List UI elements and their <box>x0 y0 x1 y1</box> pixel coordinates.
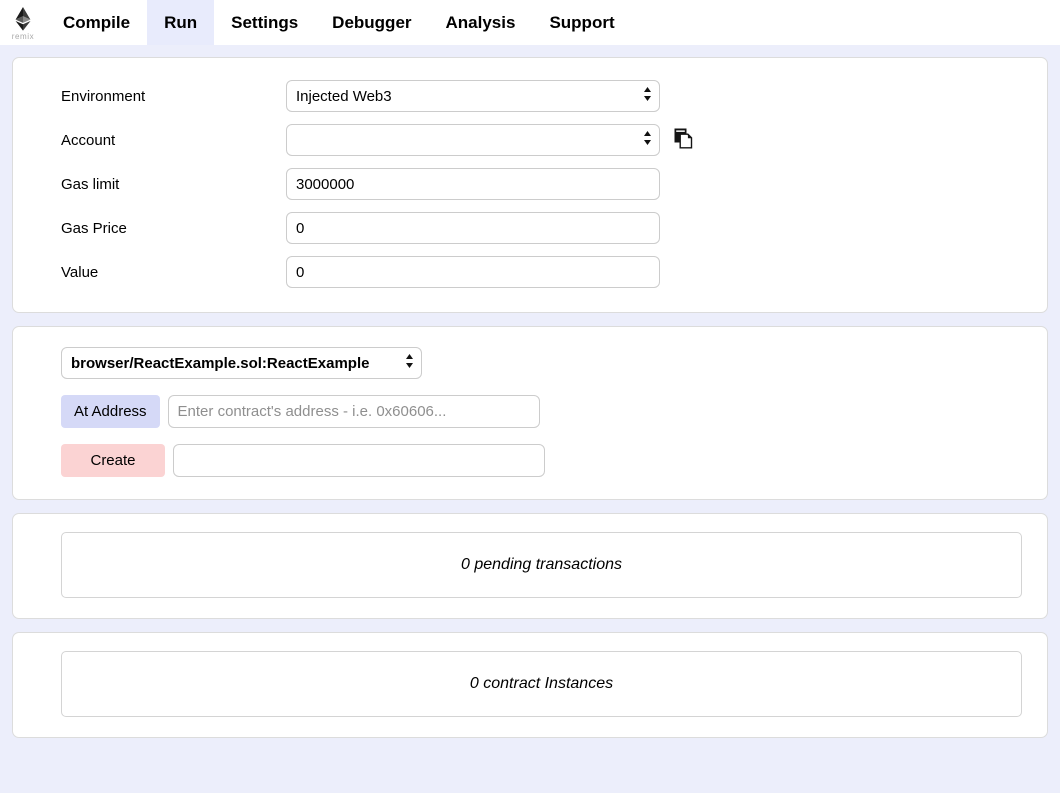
value-label: Value <box>37 264 286 281</box>
gas-limit-row: Gas limit <box>37 168 1023 200</box>
remix-logo[interactable]: remix <box>0 0 46 45</box>
tab-support[interactable]: Support <box>532 0 631 45</box>
gas-limit-label: Gas limit <box>37 176 286 193</box>
create-button[interactable]: Create <box>61 444 165 477</box>
tab-analysis[interactable]: Analysis <box>429 0 533 45</box>
gas-price-input[interactable] <box>286 212 660 244</box>
tab-debugger[interactable]: Debugger <box>315 0 428 45</box>
gas-limit-input[interactable] <box>286 168 660 200</box>
contract-select-row: browser/ReactExample.sol:ReactExample <box>37 347 1023 379</box>
account-row: Account <box>37 124 1023 156</box>
at-address-input[interactable] <box>168 395 540 428</box>
tab-list: Compile Run Settings Debugger Analysis S… <box>46 0 632 45</box>
gas-price-control <box>286 212 660 244</box>
contract-instances-text: 0 contract Instances <box>470 675 613 693</box>
account-control <box>286 124 693 156</box>
tab-bar-filler <box>632 0 1060 45</box>
pending-transactions-text: 0 pending transactions <box>461 556 622 574</box>
environment-row: Environment Injected Web3 <box>37 80 1023 112</box>
contract-select-holder: browser/ReactExample.sol:ReactExample <box>61 347 422 379</box>
gas-price-label: Gas Price <box>37 220 286 237</box>
tab-settings[interactable]: Settings <box>214 0 315 45</box>
environment-label: Environment <box>37 88 286 105</box>
pending-transactions-box: 0 pending transactions <box>61 532 1022 598</box>
tab-compile[interactable]: Compile <box>46 0 147 45</box>
account-select-holder <box>286 124 660 156</box>
remix-wordmark: remix <box>12 32 35 41</box>
create-params-input[interactable] <box>173 444 545 477</box>
gas-price-row: Gas Price <box>37 212 1023 244</box>
contract-instances-panel: 0 contract Instances <box>12 632 1048 738</box>
gas-limit-control <box>286 168 660 200</box>
run-tab-content: Environment Injected Web3 Account <box>0 45 1060 738</box>
environment-select-holder: Injected Web3 <box>286 80 660 112</box>
value-input[interactable] <box>286 256 660 288</box>
environment-select[interactable]: Injected Web3 <box>286 80 660 112</box>
contract-select[interactable]: browser/ReactExample.sol:ReactExample <box>61 347 422 379</box>
contract-instances-box: 0 contract Instances <box>61 651 1022 717</box>
top-tab-bar: remix Compile Run Settings Debugger Anal… <box>0 0 1060 45</box>
account-select[interactable] <box>286 124 660 156</box>
value-row: Value <box>37 256 1023 288</box>
environment-control: Injected Web3 <box>286 80 660 112</box>
at-address-button[interactable]: At Address <box>61 395 160 428</box>
contract-deploy-panel: browser/ReactExample.sol:ReactExample At… <box>12 326 1048 500</box>
at-address-row: At Address <box>37 395 1023 428</box>
tab-run[interactable]: Run <box>147 0 214 45</box>
environment-settings-panel: Environment Injected Web3 Account <box>12 57 1048 313</box>
value-control <box>286 256 660 288</box>
create-row: Create <box>37 444 1023 477</box>
account-label: Account <box>37 132 286 149</box>
ethereum-diamond-icon <box>15 7 31 31</box>
pending-transactions-panel: 0 pending transactions <box>12 513 1048 619</box>
copy-icon[interactable] <box>674 128 693 153</box>
